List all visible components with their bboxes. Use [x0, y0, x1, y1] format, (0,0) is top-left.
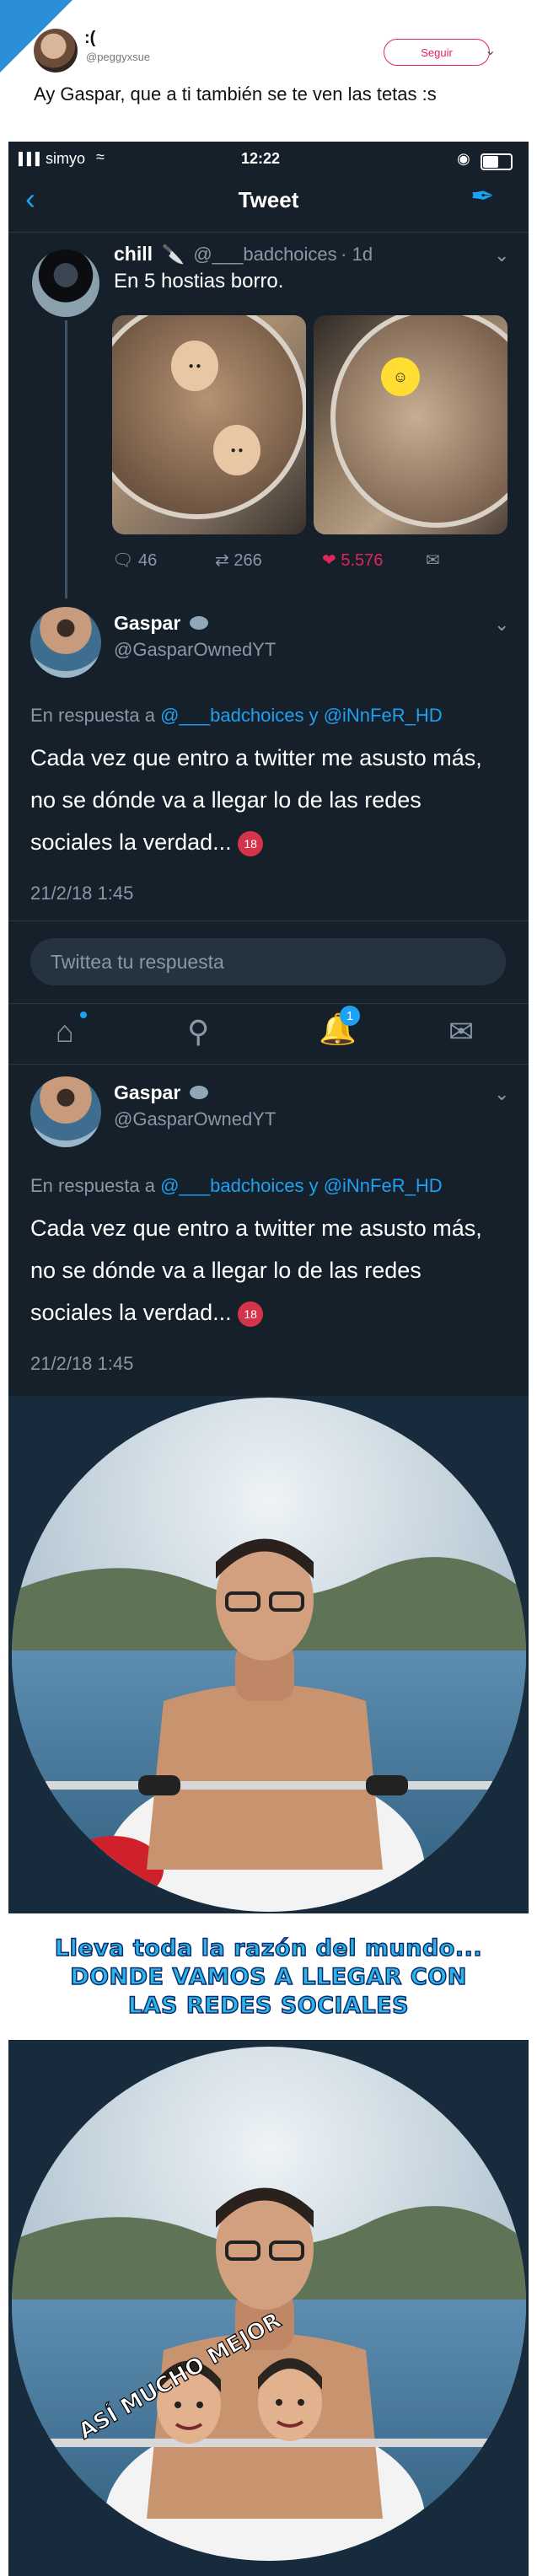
author-name[interactable]: Gaspar	[114, 1081, 180, 1103]
tweet-header: chill 🔪 @___badchoices · 1d	[114, 243, 373, 265]
tweet-text: Cada vez que entro a twitter me asusto m…	[30, 737, 502, 863]
reply-user-link[interactable]: @iNnFeR_HD	[324, 705, 443, 726]
tweet-header: Gaspar	[114, 612, 208, 635]
page-title: Tweet	[238, 187, 299, 212]
awesome-face-emoji: ☺	[381, 357, 420, 396]
reply-conjunction: y	[303, 705, 324, 726]
avatar[interactable]	[30, 607, 101, 678]
retweet-action[interactable]: ⇄ 266	[215, 550, 262, 571]
author-handle[interactable]: @peggyxsue	[86, 51, 150, 63]
chevron-down-icon[interactable]: ⌄	[485, 42, 496, 59]
age-restricted-icon: 18	[238, 1301, 264, 1327]
chevron-down-icon[interactable]: ⌄	[494, 244, 509, 266]
chevron-down-icon[interactable]: ⌄	[494, 1083, 509, 1105]
author-handle[interactable]: @___badchoices	[193, 244, 336, 265]
reply-action[interactable]: 🗨 46	[112, 550, 157, 571]
profile-photo-large	[12, 1398, 526, 1912]
edited-photo: ASÍ MUCHO MEJOR	[12, 2047, 526, 2561]
home-icon[interactable]: ⌂	[56, 1014, 74, 1049]
new-dot	[80, 1012, 87, 1018]
reply-user-link[interactable]: @___badchoices	[160, 1175, 303, 1196]
top-tweet	[0, 0, 537, 142]
author-name[interactable]: :(	[84, 29, 95, 48]
retweet-count: 266	[234, 551, 262, 570]
banner-line: DONDE VAMOS A LLEGAR CON	[69, 1963, 467, 1991]
chevron-down-icon[interactable]: ⌄	[494, 614, 509, 636]
search-icon[interactable]: ⚲	[187, 1014, 209, 1049]
divider	[8, 1064, 529, 1065]
face-sticker: ● ●	[213, 425, 260, 475]
reply-icon: 🗨	[112, 551, 134, 570]
author-handle[interactable]: @GasparOwnedYT	[114, 1108, 276, 1130]
reply-input[interactable]: Twittea tu respuesta	[30, 938, 506, 985]
notification-badge: 1	[340, 1006, 360, 1026]
lock-rotation-icon: ◉	[457, 150, 470, 167]
avatar-emoji-icon	[189, 1086, 208, 1099]
reply-prefix: En respuesta a	[30, 705, 161, 726]
avatar[interactable]	[30, 1076, 101, 1147]
tweet-photo[interactable]: ● ● ● ●	[112, 315, 306, 534]
age-restricted-icon: 18	[238, 830, 264, 856]
compose-icon[interactable]: ✒	[470, 180, 495, 213]
thread-line	[65, 320, 67, 598]
status-bar: ▌▌▌ simyo ≈ 12:22 ◉	[12, 148, 518, 172]
clock-label: 12:22	[241, 150, 281, 167]
author-name[interactable]: chill	[114, 243, 153, 265]
reply-count: 46	[137, 551, 158, 570]
reply-user-link[interactable]: @iNnFeR_HD	[324, 1175, 443, 1196]
wifi-icon: ≈	[96, 148, 105, 165]
tweet-text: En 5 hostias borro.	[114, 270, 284, 292]
reply-user-link[interactable]: @___badchoices	[160, 705, 303, 726]
like-action[interactable]: ❤ 5.576	[322, 550, 383, 571]
reply-context: En respuesta a @___badchoices y @iNnFeR_…	[30, 705, 443, 727]
avatar-emoji-icon	[189, 616, 208, 630]
knife-icon: 🔪	[161, 244, 185, 265]
like-count: 5.576	[341, 551, 384, 570]
mail-icon[interactable]: ✉	[448, 1014, 474, 1049]
reply-prefix: En respuesta a	[30, 1175, 161, 1196]
retweet-icon: ⇄	[215, 551, 229, 570]
battery-icon	[481, 153, 513, 170]
face-sticker	[258, 2358, 322, 2441]
tweet-photo[interactable]: ☺	[314, 315, 507, 534]
reply-conjunction: y	[303, 1175, 324, 1196]
avatar[interactable]	[32, 250, 99, 317]
avatar[interactable]	[34, 29, 78, 72]
tweet-text: Cada vez que entro a twitter me asusto m…	[30, 1207, 502, 1334]
tweet-timestamp: 21/2/18 1:45	[30, 1353, 134, 1374]
tweet-timestamp: 21/2/18 1:45	[30, 883, 134, 904]
heart-icon: ❤	[322, 551, 336, 570]
divider	[8, 920, 529, 921]
banner-line: Lleva toda la razón del mundo...	[54, 1935, 483, 1962]
author-name[interactable]: Gaspar	[114, 612, 180, 634]
tweet-age: 1d	[352, 244, 373, 265]
tweet-header: Gaspar	[114, 1081, 208, 1104]
follow-button[interactable]: Seguir	[384, 39, 490, 66]
carrier-label: simyo	[46, 150, 86, 167]
tweet-text: Ay Gaspar, que a ti también se te ven la…	[34, 83, 437, 105]
signal-icon: ▌▌▌	[19, 152, 44, 165]
banner-line: LAS REDES SOCIALES	[127, 1992, 410, 2020]
author-handle[interactable]: @GasparOwnedYT	[114, 639, 276, 661]
share-icon[interactable]: ✉	[426, 550, 440, 571]
reply-context: En respuesta a @___badchoices y @iNnFeR_…	[30, 1175, 443, 1197]
face-sticker: ● ●	[171, 341, 218, 391]
